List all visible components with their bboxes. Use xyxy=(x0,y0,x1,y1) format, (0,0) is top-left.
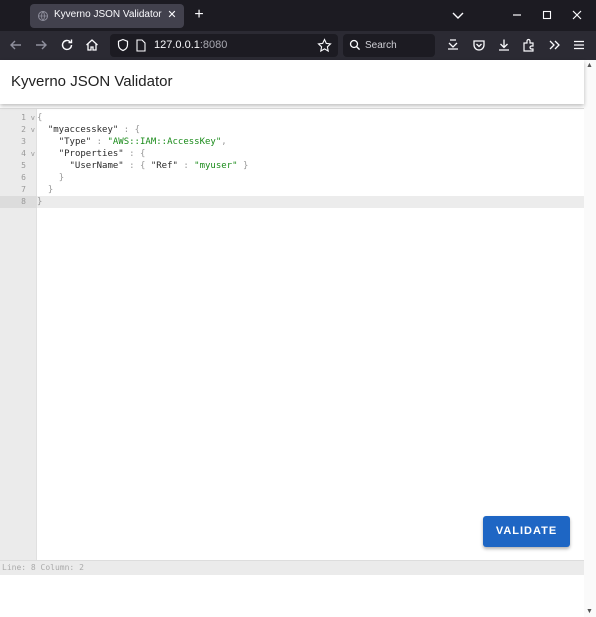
app-header: Kyverno JSON Validator xyxy=(0,60,584,104)
search-icon xyxy=(349,39,361,51)
line-number: 4v xyxy=(0,148,37,160)
json-editor[interactable]: 1v2v34v5678 { "myaccesskey" : { "Type" :… xyxy=(0,108,584,575)
fold-toggle-icon[interactable]: v xyxy=(31,124,35,136)
line-number-gutter: 1v2v34v5678 xyxy=(0,109,37,560)
address-bar[interactable]: 127.0.0.1:8080 xyxy=(110,34,338,57)
tab-title: Kyverno JSON Validator xyxy=(54,9,162,20)
downloads-icon[interactable] xyxy=(496,37,512,53)
page-scrollbar[interactable]: ▲ ▼ xyxy=(584,60,596,617)
back-arrow-icon[interactable] xyxy=(8,37,24,53)
line-number: 2v xyxy=(0,124,37,136)
close-window-icon[interactable] xyxy=(569,7,585,23)
code-line[interactable]: } xyxy=(37,196,584,208)
home-icon[interactable] xyxy=(84,37,100,53)
bookmark-star-icon[interactable] xyxy=(317,38,332,53)
line-number: 7 xyxy=(0,184,37,196)
overflow-chevrons-icon[interactable] xyxy=(546,37,562,53)
json-punctuation: : xyxy=(123,125,130,135)
search-bar[interactable]: Search xyxy=(343,34,435,57)
json-string: "AWS::IAM::AccessKey" xyxy=(107,137,222,147)
json-key: "Type" xyxy=(58,137,92,147)
browser-nav-bar: 127.0.0.1:8080 Search xyxy=(0,31,596,60)
page-title: Kyverno JSON Validator xyxy=(11,73,173,90)
line-number: 1v xyxy=(0,112,37,124)
json-key: "UserName" xyxy=(69,161,124,171)
globe-icon xyxy=(38,11,48,21)
json-punctuation: { xyxy=(139,149,146,159)
validate-button[interactable]: VALIDATE xyxy=(483,516,570,547)
json-punctuation: { xyxy=(134,125,140,135)
browser-tab[interactable]: Kyverno JSON Validator ✕ xyxy=(30,4,184,28)
fold-toggle-icon[interactable]: v xyxy=(31,148,35,160)
maximize-icon[interactable] xyxy=(539,7,555,23)
line-number-text: 4 xyxy=(21,149,26,158)
json-punctuation: } xyxy=(242,161,249,171)
json-punctuation: : xyxy=(129,161,135,171)
json-punctuation: , xyxy=(221,137,227,147)
shield-icon[interactable] xyxy=(116,38,130,52)
search-placeholder: Search xyxy=(365,40,397,51)
line-number-text: 8 xyxy=(21,197,26,206)
browser-tab-bar: Kyverno JSON Validator ✕ + xyxy=(0,0,596,31)
extensions-icon[interactable] xyxy=(521,37,537,53)
code-line[interactable]: { xyxy=(37,112,584,124)
menu-icon[interactable] xyxy=(571,37,587,53)
line-number-text: 3 xyxy=(21,137,26,146)
forward-arrow-icon[interactable] xyxy=(33,37,49,53)
fold-toggle-icon[interactable]: v xyxy=(31,112,35,124)
editor-status-bar: Line: 8 Column: 2 xyxy=(0,560,584,575)
new-tab-icon[interactable]: + xyxy=(191,7,207,23)
line-number: 3 xyxy=(0,136,37,148)
json-punctuation: } xyxy=(37,197,43,207)
url-text: 127.0.0.1:8080 xyxy=(154,39,227,51)
line-number-text: 6 xyxy=(21,173,26,182)
line-number-text: 7 xyxy=(21,185,26,194)
page-icon[interactable] xyxy=(135,39,147,52)
minimize-icon[interactable] xyxy=(509,7,525,23)
line-number: 5 xyxy=(0,160,37,172)
json-key: "Properties" xyxy=(58,149,124,159)
json-string: "myuser" xyxy=(194,161,238,171)
code-line[interactable]: } xyxy=(37,184,584,196)
json-punctuation: { xyxy=(139,161,146,171)
code-line[interactable]: } xyxy=(37,172,584,184)
json-punctuation: } xyxy=(47,185,54,195)
code-area[interactable]: { "myaccesskey" : { "Type" : "AWS::IAM::… xyxy=(37,109,584,560)
tab-list-chevron-icon[interactable] xyxy=(450,7,466,23)
json-key: "myaccesskey" xyxy=(47,125,119,135)
json-punctuation: } xyxy=(58,173,65,183)
url-host: 127.0.0.1 xyxy=(154,39,200,51)
code-line[interactable]: "Type" : "AWS::IAM::AccessKey", xyxy=(37,136,584,148)
json-key: "Ref" xyxy=(150,161,178,171)
scroll-down-arrow-icon[interactable]: ▼ xyxy=(586,608,593,615)
reload-icon[interactable] xyxy=(59,37,75,53)
line-number: 6 xyxy=(0,172,37,184)
json-punctuation: : xyxy=(129,149,135,159)
code-line[interactable]: "myaccesskey" : { xyxy=(37,124,584,136)
line-number-text: 5 xyxy=(21,161,26,170)
code-line[interactable]: "UserName" : { "Ref" : "myuser" } xyxy=(37,160,584,172)
line-number: 8 xyxy=(0,196,37,208)
code-line[interactable]: "Properties" : { xyxy=(37,148,584,160)
save-to-pocket-icon[interactable] xyxy=(445,37,461,53)
json-punctuation: { xyxy=(37,113,43,123)
line-number-text: 1 xyxy=(21,113,26,122)
json-punctuation: : xyxy=(96,137,103,147)
url-port: :8080 xyxy=(199,39,228,51)
close-tab-icon[interactable]: ✕ xyxy=(165,8,179,22)
line-number-text: 2 xyxy=(21,125,26,134)
json-punctuation: : xyxy=(183,161,189,171)
pocket-icon[interactable] xyxy=(471,37,487,53)
scroll-up-arrow-icon[interactable]: ▲ xyxy=(586,62,593,69)
